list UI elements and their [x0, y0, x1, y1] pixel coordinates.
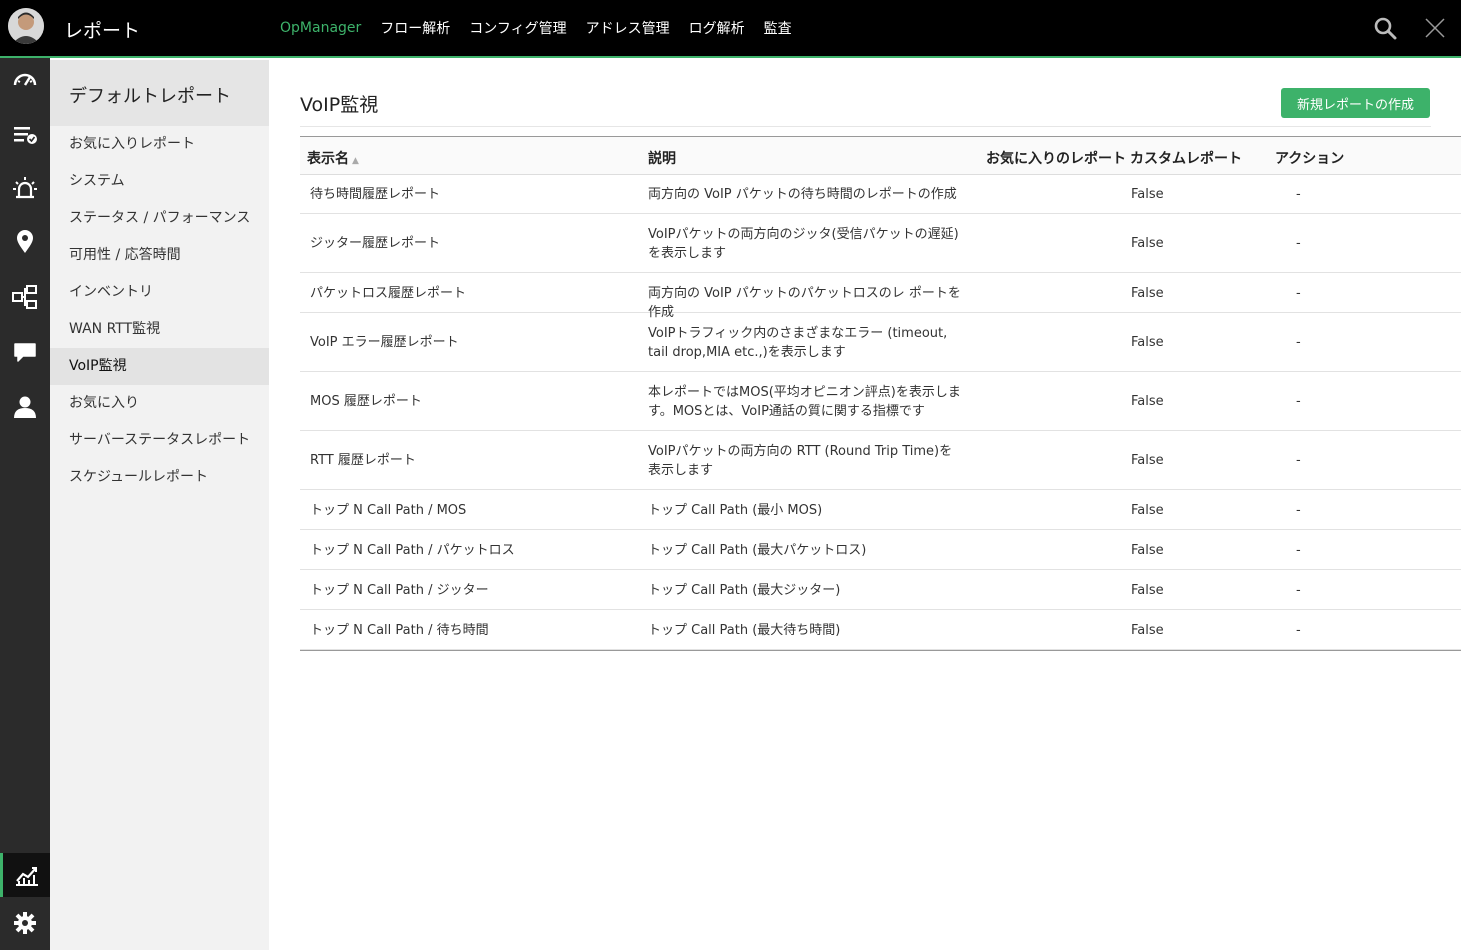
app-title: レポート — [64, 20, 141, 42]
top-nav-address-management[interactable]: アドレス管理 — [586, 18, 670, 38]
top-nav: OpManager フロー解析 コンフィグ管理 アドレス管理 ログ解析 監査 — [280, 0, 811, 56]
user-icon[interactable] — [0, 385, 50, 429]
create-report-button[interactable]: 新規レポートの作成 — [1281, 88, 1430, 118]
report-custom-cell: False — [1131, 503, 1164, 518]
top-nav-opmanager[interactable]: OpManager — [280, 20, 361, 36]
table-row[interactable]: VoIP エラー履歴レポート VoIPトラフィック内のさまざまなエラー (time… — [300, 313, 1461, 372]
search-icon[interactable] — [1373, 16, 1397, 40]
top-nav-log-analysis[interactable]: ログ解析 — [689, 18, 745, 38]
workflow-icon[interactable] — [0, 275, 50, 319]
report-name-cell[interactable]: 待ち時間履歴レポート — [310, 185, 440, 204]
avatar[interactable] — [8, 8, 44, 44]
report-description-cell: VoIPトラフィック内のさまざまなエラー (timeout, tail drop… — [648, 326, 948, 360]
chat-icon[interactable] — [0, 330, 50, 374]
sidebar-item-availability-response[interactable]: 可用性 / 応答時間 — [50, 237, 269, 274]
report-action-cell[interactable]: - — [1296, 451, 1301, 470]
sidebar-item-system[interactable]: システム — [50, 163, 269, 200]
reports-table: 表示名 ▲ 説明 お気に入りのレポート カスタムレポート アクション 待ち時間履歴… — [300, 136, 1461, 651]
report-custom-cell: False — [1131, 623, 1164, 638]
sidebar-item-schedule-reports[interactable]: スケジュールレポート — [50, 459, 269, 496]
dashboard-icon[interactable] — [0, 58, 50, 102]
table-header: 表示名 ▲ 説明 お気に入りのレポート カスタムレポート アクション — [300, 136, 1461, 175]
report-action-cell[interactable]: - — [1296, 185, 1301, 204]
report-action-cell[interactable]: - — [1296, 621, 1301, 640]
top-bar: レポート OpManager フロー解析 コンフィグ管理 アドレス管理 ログ解析… — [0, 0, 1461, 58]
sidebar-title: デフォルトレポート — [50, 60, 269, 126]
table-row[interactable]: RTT 履歴レポート VoIPパケットの両方向の RTT (Round Trip … — [300, 431, 1461, 490]
column-header-custom[interactable]: カスタムレポート — [1130, 148, 1242, 168]
top-nav-config-management[interactable]: コンフィグ管理 — [469, 18, 566, 38]
report-custom-cell: False — [1131, 453, 1164, 468]
report-name-cell[interactable]: トップ N Call Path / MOS — [310, 501, 466, 520]
report-action-cell[interactable]: - — [1296, 234, 1301, 253]
table-body: 待ち時間履歴レポート 両方向の VoIP パケットの待ち時間のレポートの作成 Fal… — [300, 175, 1461, 650]
report-description-cell: VoIPパケットの両方向のジッタ(受信パケットの遅延)を表示します — [648, 227, 959, 261]
report-description-cell: トップ Call Path (最大ジッター) — [648, 583, 841, 598]
report-description-cell: トップ Call Path (最大待ち時間) — [648, 623, 841, 638]
table-row[interactable]: トップ N Call Path / ジッター トップ Call Path (最大ジ… — [300, 570, 1461, 610]
column-header-name[interactable]: 表示名 ▲ — [307, 148, 359, 168]
column-header-favorite[interactable]: お気に入りのレポート — [986, 148, 1126, 168]
top-nav-audit[interactable]: 監査 — [764, 18, 792, 38]
report-custom-cell: False — [1131, 394, 1164, 409]
report-name-cell[interactable]: トップ N Call Path / パケットロス — [310, 541, 515, 560]
icon-rail — [0, 58, 50, 950]
report-description-cell: VoIPパケットの両方向の RTT (Round Trip Time)を表示しま… — [648, 444, 953, 478]
reports-icon[interactable] — [0, 853, 50, 897]
report-custom-cell: False — [1131, 543, 1164, 558]
settings-icon[interactable] — [0, 901, 50, 945]
table-row[interactable]: MOS 履歴レポート 本レポートではMOS(平均オピニオン評点)を表示します。MO… — [300, 372, 1461, 431]
sidebar-item-favorites[interactable]: お気に入り — [50, 385, 269, 422]
report-action-cell[interactable]: - — [1296, 392, 1301, 411]
report-custom-cell: False — [1131, 286, 1164, 301]
table-row[interactable]: トップ N Call Path / MOS トップ Call Path (最小 M… — [300, 490, 1461, 530]
report-custom-cell: False — [1131, 583, 1164, 598]
report-name-cell[interactable]: VoIP エラー履歴レポート — [310, 333, 459, 352]
report-name-cell[interactable]: パケットロス履歴レポート — [310, 284, 466, 303]
sidebar-item-voip[interactable]: VoIP監視 — [50, 348, 269, 385]
report-action-cell[interactable]: - — [1296, 284, 1301, 303]
table-row[interactable]: 待ち時間履歴レポート 両方向の VoIP パケットの待ち時間のレポートの作成 Fal… — [300, 175, 1461, 214]
alarm-icon[interactable] — [0, 166, 50, 210]
report-description-cell: トップ Call Path (最小 MOS) — [648, 503, 823, 518]
sidebar-item-wan-rtt[interactable]: WAN RTT監視 — [50, 311, 269, 348]
report-action-cell[interactable]: - — [1296, 501, 1301, 520]
table-row[interactable]: パケットロス履歴レポート 両方向の VoIP パケットのパケットロスのレ ポートを… — [300, 273, 1461, 320]
sidebar-item-inventory[interactable]: インベントリ — [50, 274, 269, 311]
column-header-description[interactable]: 説明 — [648, 148, 676, 168]
main-content: VoIP監視 新規レポートの作成 表示名 ▲ 説明 お気に入りのレポート カスタム… — [270, 60, 1461, 950]
table-bottom-rule — [300, 650, 1461, 651]
sidebar-item-server-status[interactable]: サーバーステータスレポート — [50, 422, 269, 459]
report-custom-cell: False — [1131, 335, 1164, 350]
report-name-cell[interactable]: MOS 履歴レポート — [310, 392, 422, 411]
column-header-action: アクション — [1275, 151, 1345, 167]
sidebar-item-favorite-reports[interactable]: お気に入りレポート — [50, 126, 269, 163]
close-icon[interactable] — [1424, 17, 1446, 39]
report-action-cell[interactable]: - — [1296, 333, 1301, 352]
page-title: VoIP監視 — [300, 94, 379, 116]
sidebar-list: お気に入りレポート システム ステータス / パフォーマンス 可用性 / 応答時… — [50, 126, 269, 496]
report-category-sidebar: デフォルトレポート お気に入りレポート システム ステータス / パフォーマンス… — [50, 60, 269, 950]
table-row[interactable]: トップ N Call Path / 待ち時間 トップ Call Path (最大待… — [300, 610, 1461, 650]
table-row[interactable]: ジッター履歴レポート VoIPパケットの両方向のジッタ(受信パケットの遅延)を表示… — [300, 214, 1461, 273]
report-custom-cell: False — [1131, 236, 1164, 251]
sort-ascending-icon[interactable]: ▲ — [352, 156, 359, 166]
report-custom-cell: False — [1131, 187, 1164, 202]
report-action-cell[interactable]: - — [1296, 581, 1301, 600]
top-nav-flow-analysis[interactable]: フロー解析 — [380, 18, 450, 38]
report-action-cell[interactable]: - — [1296, 541, 1301, 560]
report-description-cell: 両方向の VoIP パケットの待ち時間のレポートの作成 — [648, 187, 957, 202]
sidebar-item-status-performance[interactable]: ステータス / パフォーマンス — [50, 200, 269, 237]
report-name-cell[interactable]: トップ N Call Path / 待ち時間 — [310, 621, 489, 640]
divider — [300, 126, 1431, 127]
report-description-cell: トップ Call Path (最大パケットロス) — [648, 543, 867, 558]
map-icon[interactable] — [0, 220, 50, 264]
report-name-cell[interactable]: ジッター履歴レポート — [310, 234, 440, 253]
report-name-cell[interactable]: トップ N Call Path / ジッター — [310, 581, 489, 600]
report-name-cell[interactable]: RTT 履歴レポート — [310, 451, 416, 470]
table-row[interactable]: トップ N Call Path / パケットロス トップ Call Path (最… — [300, 530, 1461, 570]
report-description-cell: 本レポートではMOS(平均オピニオン評点)を表示します。MOSとは、VoIP通話… — [648, 385, 961, 419]
inventory-icon[interactable] — [0, 113, 50, 157]
